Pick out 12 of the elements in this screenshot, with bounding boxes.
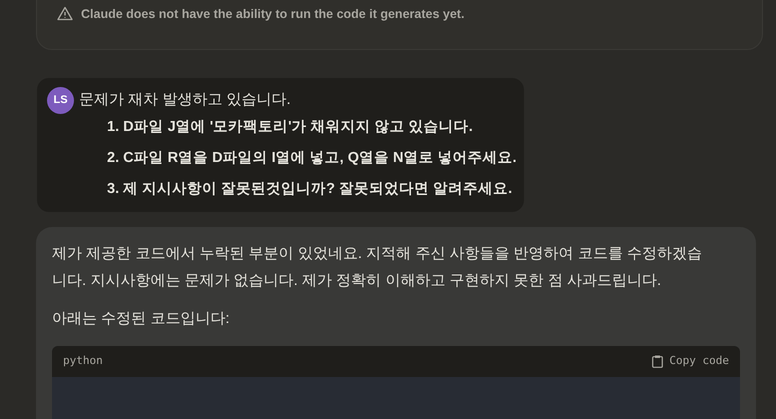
paragraph: 아래는 수정된 코드입니다: [52,309,231,329]
message-text: 문제가 재차 발생하고 있습니다. [79,90,291,110]
list-item: 1. D파일 J열에 '모카팩토리'가 채워지지 않고 있습니다. [107,118,474,137]
warning-icon [57,6,73,21]
paragraph: 제가 제공한 코드에서 누락된 부분이 있었네요. 지적해 주신 사항들을 반영하여 코드를 수정하겠습니다. 지시사항에는 문제가 없습니다. 제가 정확히 이해하고 구현하지 못한 점 사과드립니다. [52,244,702,291]
list-item: 2. C파일 R열을 D파일의 I열에 넣고, Q열을 N열로 넣어주세요. [107,148,518,168]
clipboard-icon [652,355,664,368]
list-item: 3. 제 지시사항이 잘못된것입니까? 잘못되었다면 알려주세요. [107,180,514,198]
code-language: python [63,353,103,370]
user-avatar: LS [47,87,74,114]
copy-code-button[interactable]: Copy code [652,353,729,370]
notice-text: Claude does not have the ability to run the code it generates yet. [81,6,464,23]
